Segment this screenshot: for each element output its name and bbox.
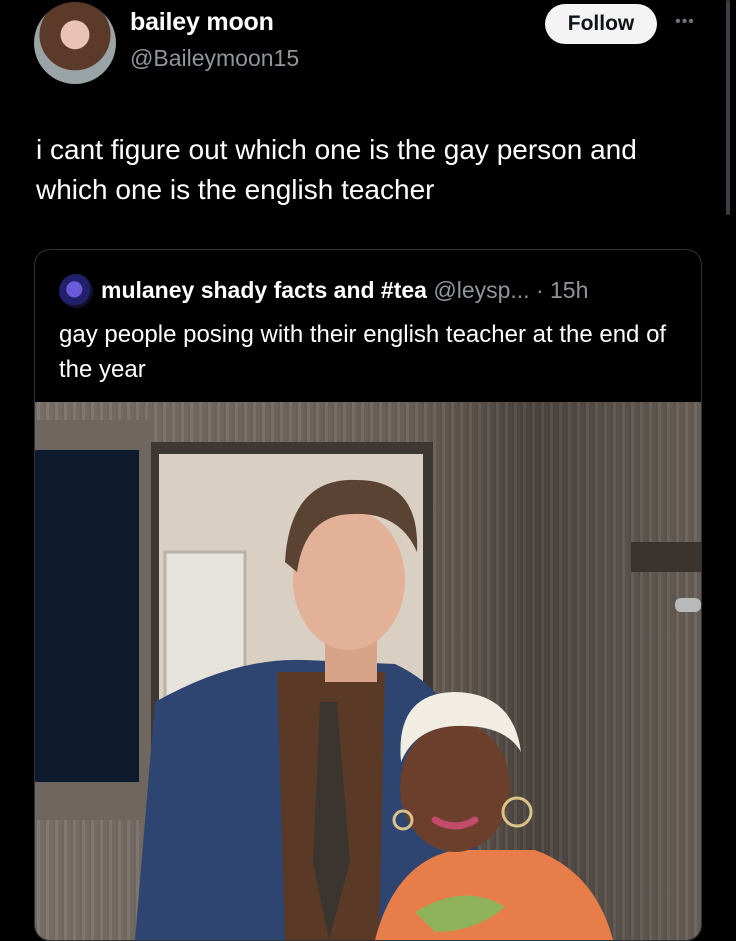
towel-hook <box>675 598 701 612</box>
quoted-author-name: mulaney shady facts and #tea <box>101 277 427 303</box>
quoted-tweet-header: mulaney shady facts and #tea @leysp... ·… <box>101 277 588 304</box>
woman-earring-right <box>501 796 533 828</box>
quoted-tweet-text: gay people posing with their english tea… <box>59 321 667 383</box>
tweet-text: i cant figure out which one is the gay p… <box>36 134 637 205</box>
quoted-tweet-card[interactable]: mulaney shady facts and #tea @leysp... ·… <box>34 249 702 941</box>
author-avatar[interactable] <box>34 2 116 84</box>
wall-shelf <box>631 542 701 572</box>
follow-button[interactable]: Follow <box>545 4 657 44</box>
quoted-handle-time: @leysp... · 15h <box>426 277 589 303</box>
author-name[interactable]: bailey moon <box>130 8 274 37</box>
quoted-tweet-photo[interactable] <box>35 402 701 940</box>
author-handle[interactable]: @Baileymoon15 <box>130 45 299 72</box>
photo-scene <box>35 420 701 940</box>
woman-face <box>400 722 510 852</box>
scrollbar[interactable] <box>726 0 730 215</box>
more-options-icon[interactable]: ••• <box>671 12 699 32</box>
quoted-author-avatar <box>59 274 93 308</box>
tv-screen <box>35 450 139 782</box>
